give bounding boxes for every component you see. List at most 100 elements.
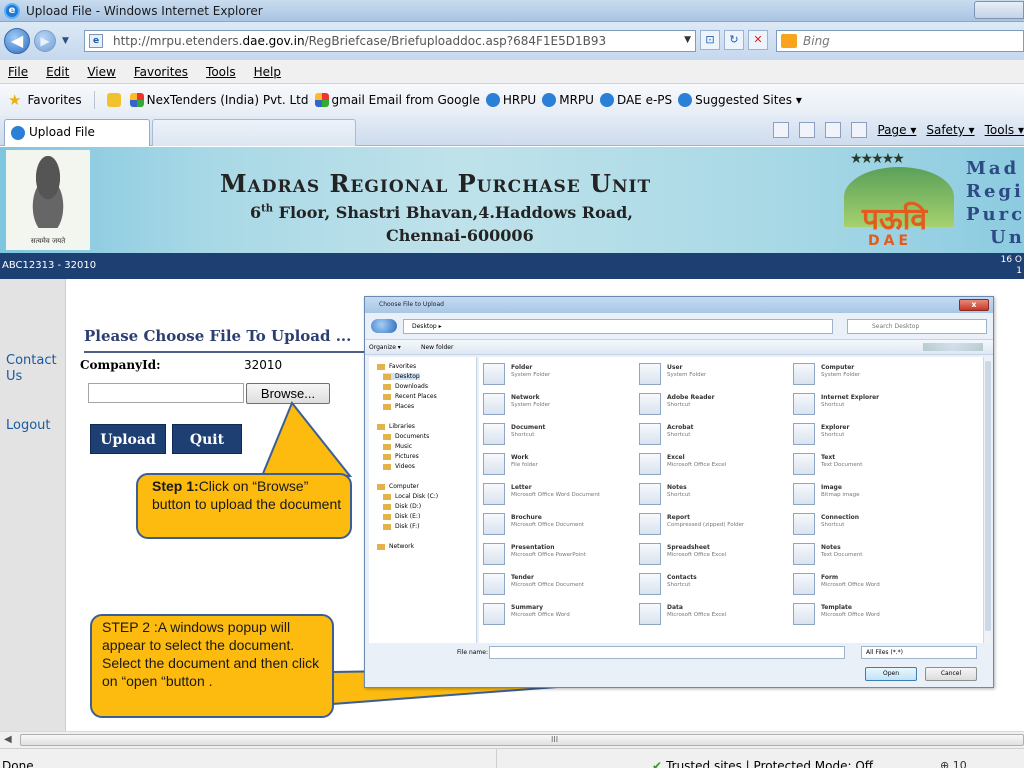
- file-item[interactable]: Folder System Folder: [483, 361, 643, 389]
- nav-music[interactable]: Music: [383, 443, 412, 450]
- nav-pictures[interactable]: Pictures: [383, 453, 419, 460]
- file-item[interactable]: Tender Microsoft Office Document: [483, 571, 643, 599]
- url-text[interactable]: http://mrpu.etenders.dae.gov.in/RegBrief…: [113, 34, 606, 48]
- add-favorite-icon[interactable]: [106, 93, 121, 107]
- file-item[interactable]: Explorer Shortcut: [793, 421, 953, 449]
- refresh-icon[interactable]: ↻: [724, 30, 744, 50]
- file-item[interactable]: Summary Microsoft Office Word: [483, 601, 643, 629]
- new-tab-button[interactable]: [152, 119, 356, 146]
- stop-icon[interactable]: ✕: [748, 30, 768, 50]
- nav-computer[interactable]: Computer: [377, 483, 419, 490]
- dialog-view-icons[interactable]: [923, 343, 983, 351]
- url-field[interactable]: e http://mrpu.etenders.dae.gov.in/RegBri…: [84, 30, 696, 52]
- favorites-button[interactable]: Favorites: [27, 93, 81, 107]
- nav-favorites[interactable]: Favorites: [377, 363, 416, 370]
- file-item[interactable]: Excel Microsoft Office Excel: [639, 451, 799, 479]
- favorites-star-icon[interactable]: ★: [8, 91, 21, 109]
- dialog-close-button[interactable]: x: [959, 299, 989, 311]
- scroll-thumb[interactable]: III: [20, 734, 1024, 746]
- nav-documents[interactable]: Documents: [383, 433, 429, 440]
- file-item[interactable]: Connection Shortcut: [793, 511, 953, 539]
- menu-favorites[interactable]: Favorites: [134, 65, 188, 79]
- file-path-input[interactable]: [88, 383, 244, 403]
- menu-help[interactable]: Help: [254, 65, 281, 79]
- file-item[interactable]: User System Folder: [639, 361, 799, 389]
- safety-menu[interactable]: Safety ▾: [926, 123, 974, 137]
- back-button[interactable]: ◀: [4, 28, 30, 54]
- nav-desktop[interactable]: Desktop: [383, 373, 420, 380]
- fav-item-hrpu[interactable]: HRPU: [485, 93, 536, 108]
- forward-button[interactable]: ▶: [34, 30, 56, 52]
- browse-button[interactable]: Browse...: [246, 383, 330, 404]
- file-item[interactable]: Document Shortcut: [483, 421, 643, 449]
- dialog-path[interactable]: Desktop ▸: [403, 319, 833, 334]
- fav-item-mrpu[interactable]: MRPU: [542, 93, 594, 108]
- tab-upload-file[interactable]: Upload File: [4, 119, 150, 146]
- nav-disk-c[interactable]: Local Disk (C:): [383, 493, 438, 500]
- nav-disk-d[interactable]: Disk (D:): [383, 503, 421, 510]
- file-item[interactable]: Internet Explorer Shortcut: [793, 391, 953, 419]
- file-item[interactable]: Text Text Document: [793, 451, 953, 479]
- horizontal-scrollbar[interactable]: ◀ III: [0, 731, 1024, 748]
- dialog-organize[interactable]: Organize ▾: [369, 344, 401, 351]
- window-controls[interactable]: [974, 1, 1024, 19]
- zoom-level[interactable]: ⊕ 10: [940, 759, 967, 768]
- page-menu[interactable]: Page ▾: [877, 123, 916, 137]
- fav-item-dae-eps[interactable]: DAE e-PS: [599, 93, 672, 108]
- security-zone[interactable]: ✔ Trusted sites | Protected Mode: Off: [652, 759, 873, 768]
- mail-icon[interactable]: [825, 122, 842, 138]
- quit-button[interactable]: Quit: [172, 424, 242, 454]
- dialog-scrollbar[interactable]: [983, 357, 991, 643]
- home-icon[interactable]: [773, 122, 790, 138]
- file-item[interactable]: Image Bitmap image: [793, 481, 953, 509]
- dialog-filename-input[interactable]: [489, 646, 845, 659]
- print-icon[interactable]: [851, 122, 868, 138]
- fav-item-gmail[interactable]: gmail Email from Google: [314, 93, 480, 108]
- nav-videos[interactable]: Videos: [383, 463, 415, 470]
- tools-menu[interactable]: Tools ▾: [985, 123, 1024, 137]
- feeds-icon[interactable]: [799, 122, 816, 138]
- file-item[interactable]: Contacts Shortcut: [639, 571, 799, 599]
- fav-item-suggested-sites[interactable]: Suggested Sites ▾: [678, 93, 802, 108]
- file-item[interactable]: Letter Microsoft Office Word Document: [483, 481, 643, 509]
- file-item[interactable]: Data Microsoft Office Excel: [639, 601, 799, 629]
- file-item[interactable]: Computer System Folder: [793, 361, 953, 389]
- dialog-search[interactable]: Search Desktop: [847, 319, 987, 334]
- menu-tools[interactable]: Tools: [206, 65, 236, 79]
- nav-downloads[interactable]: Downloads: [383, 383, 428, 390]
- nav-disk-e[interactable]: Disk (E:): [383, 513, 420, 520]
- nav-libraries[interactable]: Libraries: [377, 423, 415, 430]
- logout-link[interactable]: Logout: [6, 418, 51, 434]
- menu-view[interactable]: View: [87, 65, 115, 79]
- url-dropdown-icon[interactable]: ▼: [684, 35, 691, 45]
- upload-button[interactable]: Upload: [90, 424, 166, 454]
- file-item[interactable]: Network System Folder: [483, 391, 643, 419]
- dialog-new-folder[interactable]: New folder: [421, 344, 453, 351]
- file-item[interactable]: Template Microsoft Office Word: [793, 601, 953, 629]
- search-box[interactable]: Bing: [776, 30, 1024, 52]
- file-item[interactable]: Spreadsheet Microsoft Office Excel: [639, 541, 799, 569]
- scroll-left-icon[interactable]: ◀: [4, 734, 12, 745]
- file-item[interactable]: Work File folder: [483, 451, 643, 479]
- menu-edit[interactable]: Edit: [46, 65, 69, 79]
- file-item[interactable]: Notes Shortcut: [639, 481, 799, 509]
- file-item[interactable]: Acrobat Shortcut: [639, 421, 799, 449]
- nav-disk-f[interactable]: Disk (F:): [383, 523, 419, 530]
- menu-file[interactable]: File: [8, 65, 28, 79]
- file-item[interactable]: Report Compressed (zipped) Folder: [639, 511, 799, 539]
- contact-us-link[interactable]: Contact Us: [6, 353, 62, 385]
- history-dropdown-icon[interactable]: ▼: [62, 36, 69, 46]
- file-item[interactable]: Notes Text Document: [793, 541, 953, 569]
- file-item[interactable]: Presentation Microsoft Office PowerPoint: [483, 541, 643, 569]
- nav-recent[interactable]: Recent Places: [383, 393, 437, 400]
- nav-places[interactable]: Places: [383, 403, 414, 410]
- file-item[interactable]: Form Microsoft Office Word: [793, 571, 953, 599]
- nav-network[interactable]: Network: [377, 543, 414, 550]
- file-item[interactable]: Brochure Microsoft Office Document: [483, 511, 643, 539]
- dialog-cancel-button[interactable]: Cancel: [925, 667, 977, 681]
- dialog-nav-icon[interactable]: [371, 319, 397, 333]
- dialog-filetype-select[interactable]: All Files (*.*): [861, 646, 977, 659]
- fav-item-nextenders[interactable]: NexTenders (India) Pvt. Ltd: [129, 93, 309, 108]
- compatibility-icon[interactable]: ⊡: [700, 30, 720, 50]
- dialog-open-button[interactable]: Open: [865, 667, 917, 681]
